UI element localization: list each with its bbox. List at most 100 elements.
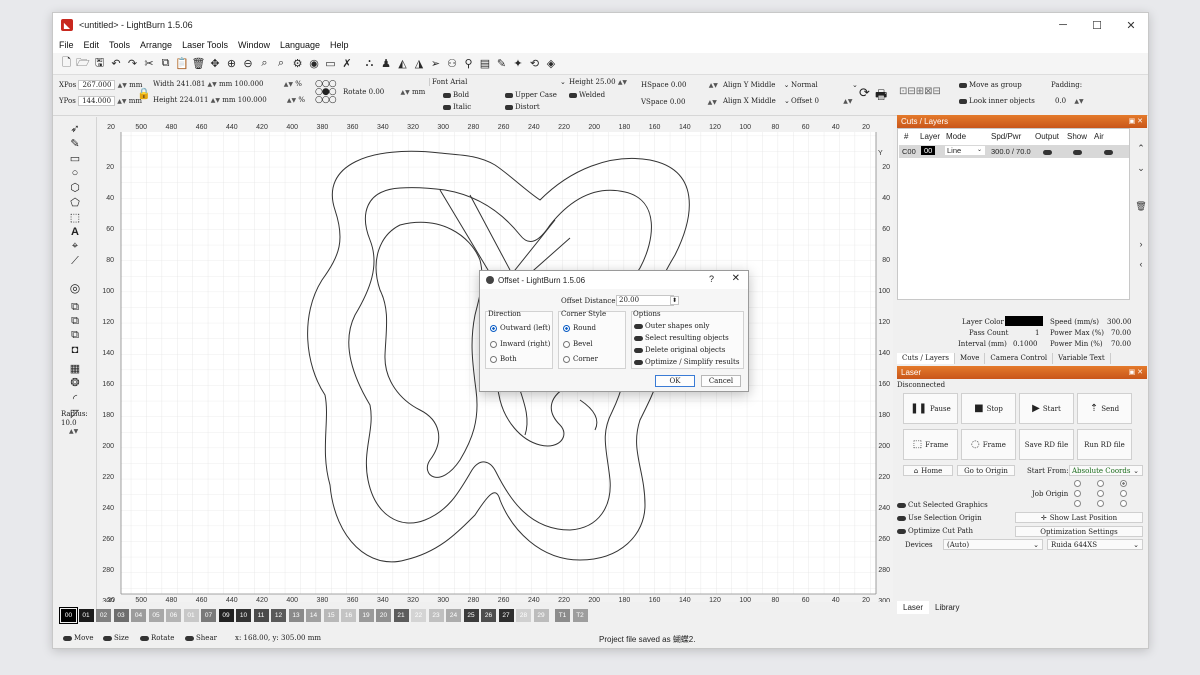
shear-toggle-icon[interactable]	[185, 635, 194, 641]
palette-swatch-26[interactable]: 28	[516, 608, 531, 622]
padding-spin-icon[interactable]: ▲▼	[1074, 98, 1083, 105]
help-button[interactable]: ?	[709, 274, 714, 284]
welded-toggle-icon[interactable]	[569, 92, 577, 98]
boolean-subtract-icon[interactable]: ⧉	[68, 314, 82, 328]
power-max-field[interactable]: 70.00	[1111, 329, 1131, 337]
bold-toggle-icon[interactable]	[443, 92, 451, 98]
ok-button[interactable]: OK	[655, 375, 695, 387]
outward-radio[interactable]	[490, 324, 497, 332]
palette-swatch-25[interactable]: 27	[498, 608, 514, 622]
minimize-button[interactable]: ─	[1046, 13, 1080, 37]
height-field[interactable]: 224.011	[180, 96, 209, 104]
send-button[interactable]: ⇡ Send	[1077, 393, 1132, 424]
cut-row-air-toggle-icon[interactable]	[1104, 147, 1115, 156]
delete-original-toggle-icon[interactable]	[634, 347, 643, 353]
bevel-label[interactable]: Bevel	[573, 340, 593, 348]
menu-language[interactable]: Language	[280, 40, 320, 50]
distort-label[interactable]: Distort	[515, 103, 540, 111]
tab-library[interactable]: Library	[929, 601, 965, 614]
stop-button[interactable]: ■ Stop	[961, 393, 1016, 424]
user-icon[interactable]: ♟	[379, 56, 394, 71]
dialog-close-button[interactable]: ✕	[732, 273, 740, 284]
palette-swatch-29[interactable]: T2	[572, 608, 588, 622]
optimize-simplify-label[interactable]: Optimize / Simplify results	[645, 358, 739, 366]
width-spin-icon[interactable]: ▲▼	[208, 81, 217, 88]
outward-label[interactable]: Outward (left)	[500, 324, 551, 332]
palette-swatch-15[interactable]: 15	[323, 608, 339, 622]
text-height-spin-icon[interactable]: ▲▼	[618, 79, 627, 86]
outer-shapes-toggle-icon[interactable]	[634, 323, 643, 329]
inward-radio[interactable]	[490, 340, 497, 348]
palette-swatch-10[interactable]: 10	[236, 608, 251, 622]
tab-variable-text[interactable]: Variable Text	[1053, 353, 1111, 364]
weld-icon[interactable]: ◈	[544, 56, 559, 71]
interval-field[interactable]: 0.1000	[1013, 340, 1038, 348]
expand-right-icon[interactable]: ›	[1134, 239, 1148, 249]
bold-label[interactable]: Bold	[453, 91, 469, 99]
apply-text-icon[interactable]: ⟳	[859, 86, 870, 101]
xpos-spin-icon[interactable]: ▲▼	[118, 82, 127, 89]
hspace-field[interactable]: 0.00	[671, 81, 687, 89]
controller-select[interactable]: Ruida 644XS ⌄	[1047, 539, 1143, 550]
palette-swatch-11[interactable]: 11	[253, 608, 269, 622]
menu-edit[interactable]: Edit	[84, 40, 100, 50]
monitor-icon[interactable]: ▭	[323, 56, 338, 71]
text-tool-icon[interactable]: A	[68, 225, 82, 239]
align-y-select[interactable]: Middle	[751, 81, 776, 89]
menu-help[interactable]: Help	[330, 40, 349, 50]
status-size[interactable]: Size	[114, 634, 129, 642]
tab-camera-control[interactable]: Camera Control	[985, 353, 1054, 364]
palette-swatch-19[interactable]: 21	[393, 608, 409, 622]
boolean-intersect-icon[interactable]: ⧉	[68, 328, 82, 342]
palette-swatch-6[interactable]: 06	[166, 608, 181, 622]
cuts-panel-float-close-icon[interactable]: ▣ ✕	[1129, 115, 1143, 128]
camera-icon[interactable]: ◉	[307, 56, 322, 71]
optimize-cut-path-label[interactable]: Optimize Cut Path	[908, 527, 973, 535]
text-mode-select[interactable]: Normal	[791, 81, 818, 89]
palette-swatch-4[interactable]: 04	[131, 608, 146, 622]
weld-small-icon[interactable]: ◘	[68, 343, 82, 357]
upper-case-toggle-icon[interactable]	[505, 92, 513, 98]
palette-swatch-17[interactable]: 19	[358, 608, 374, 622]
node-icon[interactable]: ✦	[511, 56, 526, 71]
start-button[interactable]: ▶ Start	[1019, 393, 1074, 424]
redo-icon[interactable]: ↷	[125, 56, 140, 71]
anchor-grid-icon[interactable]: ○○○ ○●○ ○○○	[315, 80, 337, 105]
tab-cuts-layers[interactable]: Cuts / Layers	[897, 353, 955, 364]
start-from-select[interactable]: Absolute Coords ⌄	[1069, 465, 1143, 476]
status-move[interactable]: Move	[74, 634, 93, 642]
palette-swatch-7[interactable]: 01	[183, 608, 199, 622]
save-rd-button[interactable]: Save RD file	[1019, 429, 1074, 460]
move-layer-up-icon[interactable]: ⌃	[1134, 143, 1148, 154]
menu-file[interactable]: File	[59, 40, 74, 50]
status-rotate[interactable]: Rotate	[151, 634, 174, 642]
upper-case-label[interactable]: Upper Case	[515, 91, 557, 99]
zoom-frame-icon[interactable]: ⌕	[274, 56, 289, 71]
job-origin-mc[interactable]	[1097, 490, 1104, 497]
job-origin-tc[interactable]	[1097, 480, 1104, 487]
send-icon[interactable]: ➢	[428, 56, 443, 71]
cut-row-mode-dropdown-icon[interactable]: ⌄	[977, 146, 982, 153]
move-layer-down-icon[interactable]: ⌄	[1134, 163, 1148, 174]
palette-swatch-8[interactable]: 07	[201, 608, 216, 622]
scale-w-field[interactable]: 100.000	[235, 80, 264, 88]
delete-original-label[interactable]: Delete original objects	[645, 346, 725, 354]
palette-swatch-27[interactable]: 29	[533, 608, 549, 622]
save-icon[interactable]: 🖫	[92, 56, 107, 71]
rotate-field[interactable]: 0.00	[369, 88, 385, 96]
copy-icon[interactable]: ⧉	[158, 56, 173, 71]
cuts-row[interactable]: C00 00 Line ⌄ 300.0 / 70.0	[899, 145, 1129, 158]
welded-label[interactable]: Welded	[579, 91, 605, 99]
palette-swatch-18[interactable]: 20	[376, 608, 391, 622]
zoom-selection-icon[interactable]: ⌕	[257, 56, 272, 71]
vspace-spin-icon[interactable]: ▲▼	[708, 99, 717, 106]
mirror-h-icon[interactable]: ◭	[395, 56, 410, 71]
paste-icon[interactable]: 📋	[175, 56, 190, 71]
job-origin-br[interactable]	[1120, 500, 1127, 507]
cut-selected-toggle-icon[interactable]	[897, 502, 906, 508]
scale-w-spin-icon[interactable]: ▲▼	[284, 81, 293, 88]
circular-array-icon[interactable]: ❂	[68, 375, 82, 389]
text-path-icon[interactable]: ✎	[494, 56, 509, 71]
font-select[interactable]: Arial	[450, 78, 467, 86]
round-label[interactable]: Round	[573, 324, 596, 332]
